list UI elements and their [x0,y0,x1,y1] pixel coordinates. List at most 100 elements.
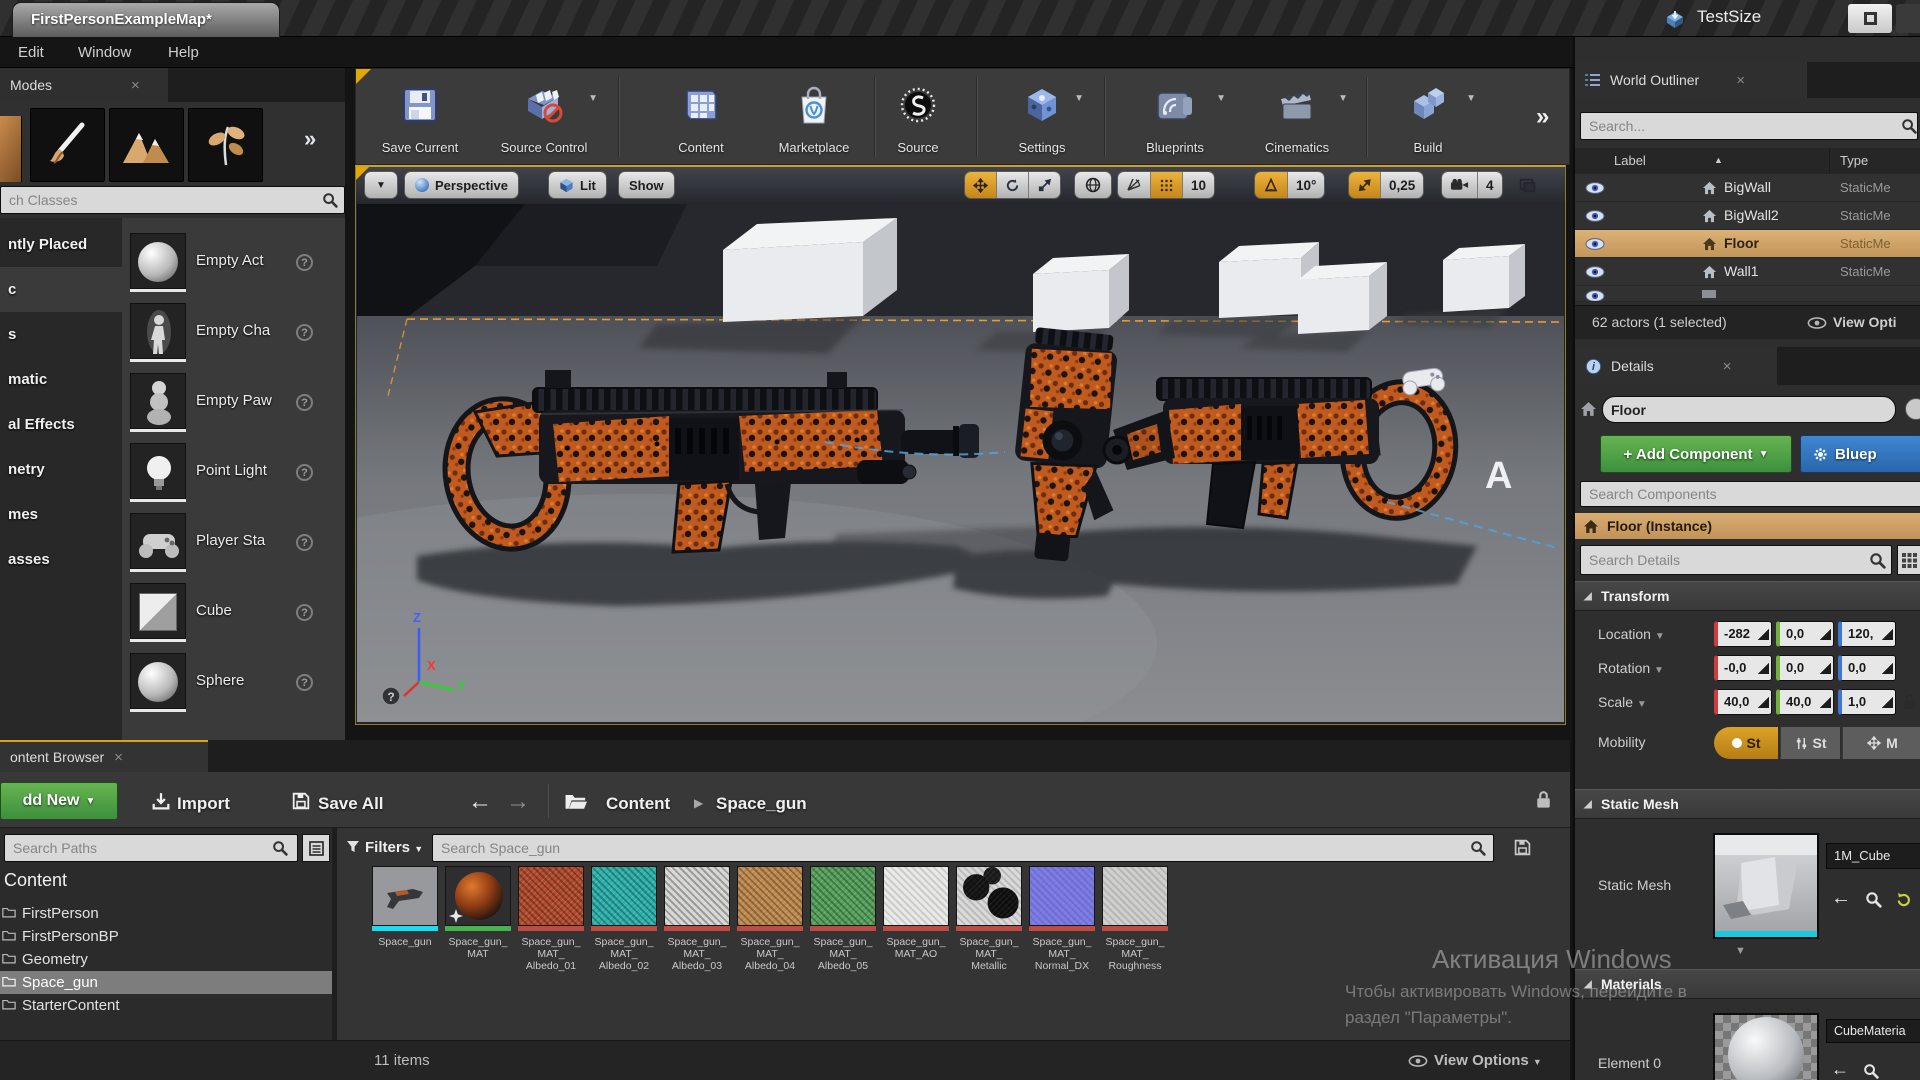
drag-handle-icon[interactable] [1882,663,1893,674]
location-x-field[interactable]: -282 [1714,621,1772,647]
help-icon[interactable]: ? [296,324,313,341]
chevron-down-icon[interactable]: ▼ [1074,93,1084,104]
asset-space-gun-mat[interactable]: Space_gun_ MAT [445,866,511,960]
section-static-mesh[interactable]: ◢ Static Mesh [1575,789,1920,819]
modes-overflow-chevron[interactable]: » [304,126,316,152]
drag-handle-icon[interactable] [1758,663,1769,674]
location-z-field[interactable]: 120, [1838,621,1896,647]
place-item-cube[interactable]: Cube ? [122,578,345,648]
lock-icon[interactable] [1536,790,1551,809]
viewport-options-button[interactable]: ▼ [364,171,398,199]
import-button[interactable]: Import [177,794,230,814]
blueprint-button[interactable]: Bluep [1800,435,1920,473]
drag-handle-icon[interactable] [1882,629,1893,640]
help-icon[interactable]: ? [296,674,313,691]
viewport-scene[interactable]: A Z X Y ? [357,204,1564,722]
show-button[interactable]: Show [618,171,675,199]
lit-button[interactable]: Lit [548,171,607,199]
outliner-row-wall1[interactable]: Wall1 StaticMe [1575,258,1920,286]
material-thumbnail[interactable] [1713,1013,1819,1080]
tab-details[interactable]: Details × [1575,347,1777,385]
help-icon[interactable]: ? [296,604,313,621]
drag-handle-icon[interactable] [1882,697,1893,708]
section-materials[interactable]: ◢ Materials [1575,969,1920,999]
tree-folder-firstperson[interactable]: FirstPerson [0,902,332,925]
mobility-static-button[interactable]: St [1714,727,1778,759]
launch-icon[interactable] [1664,8,1686,30]
close-icon[interactable]: × [114,750,123,765]
category-all-classes[interactable]: asses [0,537,122,582]
column-divider[interactable] [1829,148,1830,174]
menu-edit[interactable]: Edit [12,37,50,68]
move-tool-button[interactable] [965,172,997,198]
tree-folder-startercontent[interactable]: StarterContent [0,994,332,1017]
grid-snap-toggle[interactable] [1151,172,1183,198]
reset-icon[interactable] [1895,891,1912,908]
scale-y-field[interactable]: 40,0 [1776,689,1834,715]
breadcrumb-current[interactable]: Space_gun [716,794,807,814]
breadcrumb-root[interactable]: Content [606,794,670,814]
asset-ao[interactable]: Space_gun_ MAT_AO [883,866,949,960]
advanced-expander-icon[interactable]: ▼ [1735,945,1746,957]
tree-folder-firstpersonbp[interactable]: FirstPersonBP [0,925,332,948]
window-close-button[interactable] [1896,4,1920,33]
marketplace-button[interactable]: Marketplace [758,77,870,161]
column-label[interactable]: Label [1614,153,1646,168]
help-icon[interactable]: ? [296,464,313,481]
actor-lock-button[interactable] [1905,398,1920,420]
asset-space-gun[interactable]: Space_gun [372,866,438,948]
asset-albedo-03[interactable]: Space_gun_ MAT_ Albedo_03 [664,866,730,972]
close-icon[interactable]: × [1723,359,1732,374]
column-type[interactable]: Type [1840,153,1868,168]
asset-normal-dx[interactable]: Space_gun_ MAT_ Normal_DX [1029,866,1095,972]
category-cinematic[interactable]: matic [0,357,122,402]
cinematics-button[interactable]: ▼ Cinematics [1240,77,1354,161]
outliner-row-bigwall[interactable]: BigWall StaticMe [1575,174,1920,202]
scale-snap-value[interactable]: 0,25 [1381,172,1424,198]
perspective-button[interactable]: Perspective [404,171,519,199]
paint-mode-button[interactable] [30,108,105,182]
location-label[interactable]: Location ▼ [1598,626,1665,642]
help-icon[interactable]: ? [296,394,313,411]
static-mesh-thumbnail[interactable] [1713,833,1819,939]
scale-x-field[interactable]: 40,0 [1714,689,1772,715]
scale-tool-button[interactable] [1029,172,1060,198]
source-control-button[interactable]: ▼ Source Control [484,77,604,161]
level-tab[interactable]: FirstPersonExampleMap* [12,2,280,37]
camera-speed-value[interactable]: 4 [1478,172,1502,198]
viewport-help-icon[interactable]: ? [381,686,401,706]
window-restore-button[interactable] [1848,4,1892,33]
source-button[interactable]: Source [886,77,950,161]
build-button[interactable]: ▼ Build [1378,77,1478,161]
settings-button[interactable]: ▼ Settings [992,77,1092,161]
blueprints-button[interactable]: ▼ Blueprints [1118,77,1232,161]
tree-root-content[interactable]: Content [4,870,67,891]
rotate-tool-button[interactable] [997,172,1029,198]
search-details-input[interactable] [1580,545,1892,575]
view-options-button[interactable]: View Options ▼ [1434,1052,1542,1069]
landscape-mode-button[interactable] [109,108,184,182]
static-mesh-value-field[interactable]: 1M_Cube [1826,843,1920,869]
place-mode-icon[interactable] [0,116,22,182]
scale-label[interactable]: Scale ▼ [1598,694,1647,710]
drag-handle-icon[interactable] [1820,663,1831,674]
help-icon[interactable]: ? [296,254,313,271]
tree-folder-geometry[interactable]: Geometry [0,948,332,971]
eye-icon[interactable] [1585,238,1605,250]
search-components-input[interactable] [1580,481,1920,507]
rotation-label[interactable]: Rotation ▼ [1598,660,1664,676]
rotation-x-field[interactable]: -0,0 [1714,655,1772,681]
search-classes-input[interactable] [0,186,345,214]
back-arrow-icon[interactable]: ← [468,788,492,816]
asset-roughness[interactable]: Space_gun_ MAT_ Roughness [1102,866,1168,972]
asset-albedo-04[interactable]: Space_gun_ MAT_ Albedo_04 [737,866,803,972]
outliner-search-input[interactable] [1580,112,1918,140]
eye-icon[interactable] [1585,266,1605,278]
drag-handle-icon[interactable] [1820,697,1831,708]
drag-handle-icon[interactable] [1820,629,1831,640]
use-selected-arrow-icon[interactable]: ← [1831,887,1851,910]
tab-modes[interactable]: Modes × [0,68,168,102]
save-all-button[interactable]: Save All [318,794,384,814]
eye-icon[interactable] [1585,182,1605,194]
material-value-field[interactable]: CubeMateria [1826,1019,1920,1043]
